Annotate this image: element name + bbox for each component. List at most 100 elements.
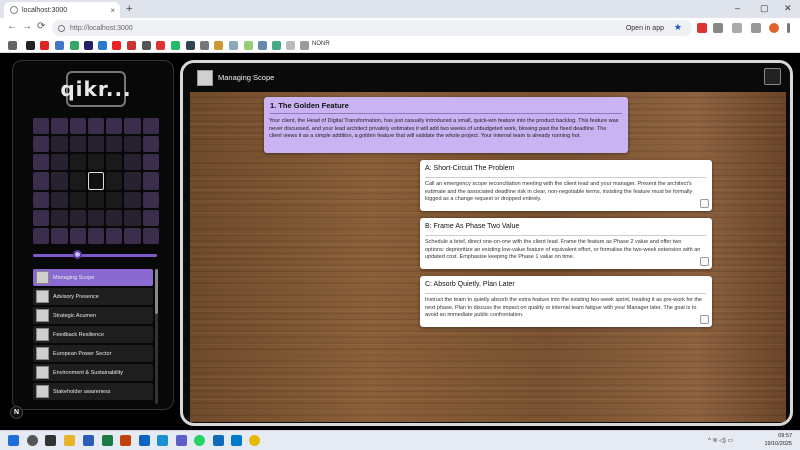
grid-cell[interactable]: [69, 136, 86, 152]
bookmark-folder-label[interactable]: NONR: [312, 41, 330, 47]
bookmark-icon[interactable]: [84, 41, 93, 50]
address-bar[interactable]: http://localhost:3000 Open in app ★: [52, 20, 692, 36]
grid-cell[interactable]: [69, 210, 86, 226]
grid-cell[interactable]: [142, 172, 159, 190]
bookmark-icon[interactable]: [127, 41, 136, 50]
grid-cell[interactable]: [33, 172, 50, 190]
grid-cell[interactable]: [33, 228, 50, 244]
sidebar-item[interactable]: Environment & Sustainability: [33, 364, 153, 381]
bookmark-icon[interactable]: [26, 41, 35, 50]
grid-cell[interactable]: [142, 192, 159, 208]
whatsapp-icon[interactable]: [194, 435, 205, 446]
apps-icon[interactable]: [8, 41, 17, 50]
grid-cell[interactable]: [87, 118, 105, 134]
grid-cell[interactable]: [106, 154, 123, 170]
slider-track[interactable]: [33, 254, 157, 257]
option-checkbox[interactable]: [700, 315, 709, 324]
sidebar-item[interactable]: Managing Scope: [33, 269, 153, 286]
bookmark-icon[interactable]: [200, 41, 209, 50]
bookmark-icon[interactable]: [286, 41, 295, 50]
grid-cell[interactable]: [142, 228, 159, 244]
scrollbar-thumb[interactable]: [155, 269, 158, 314]
next-badge[interactable]: N: [10, 406, 23, 419]
start-icon[interactable]: [8, 435, 19, 446]
bookmark-icon[interactable]: [214, 41, 223, 50]
sidebar-item[interactable]: Advisory Presence: [33, 288, 153, 305]
grid-cell[interactable]: [69, 118, 86, 134]
option-checkbox[interactable]: [700, 257, 709, 266]
grid-cell[interactable]: [51, 136, 68, 152]
grid-cell[interactable]: [33, 210, 50, 226]
bookmark-icon[interactable]: [70, 41, 79, 50]
grid-cell[interactable]: [106, 136, 123, 152]
grid-cell[interactable]: [69, 154, 86, 170]
bookmark-icon[interactable]: [156, 41, 165, 50]
system-tray[interactable]: ^ ≋ ◁) ▭: [708, 437, 733, 444]
grid-cell[interactable]: [124, 210, 141, 226]
option-card-b[interactable]: B: Frame As Phase Two Value Schedule a b…: [420, 218, 712, 269]
option-card-a[interactable]: A: Short-Circuit The Problem Call an eme…: [420, 160, 712, 211]
module-list-scrollbar[interactable]: [155, 269, 158, 404]
grid-cell[interactable]: [87, 210, 105, 226]
reload-icon[interactable]: ⟳: [37, 21, 45, 32]
grid-cell[interactable]: [87, 136, 105, 152]
grid-cell[interactable]: [51, 228, 68, 244]
sidebar-item[interactable]: European Power Sector: [33, 345, 153, 362]
bookmark-icon[interactable]: [186, 41, 195, 50]
maximize-icon[interactable]: ▢: [760, 3, 769, 14]
teams-icon[interactable]: [176, 435, 187, 446]
menu-icon[interactable]: [787, 23, 790, 33]
back-icon[interactable]: ←: [7, 21, 17, 32]
grid-cell[interactable]: [33, 154, 50, 170]
powerpoint-icon[interactable]: [120, 435, 131, 446]
vscode-icon[interactable]: [231, 435, 242, 446]
grid-cell[interactable]: [87, 154, 105, 170]
app-icon[interactable]: [139, 435, 150, 446]
grid-cell[interactable]: [87, 192, 105, 208]
grid-cell[interactable]: [124, 154, 141, 170]
word-icon[interactable]: [83, 435, 94, 446]
bookmark-icon[interactable]: [142, 41, 151, 50]
grid-cell[interactable]: [33, 118, 50, 134]
bookmark-icon[interactable]: [272, 41, 281, 50]
forward-icon[interactable]: →: [22, 21, 32, 32]
bookmark-icon[interactable]: [112, 41, 121, 50]
bookmark-icon[interactable]: [40, 41, 49, 50]
new-tab-button[interactable]: +: [126, 3, 132, 15]
bookmark-icon[interactable]: [229, 41, 238, 50]
grid-cell[interactable]: [33, 136, 50, 152]
bookmark-icon[interactable]: [98, 41, 107, 50]
grid-cell[interactable]: [51, 192, 68, 208]
grid-cell[interactable]: [124, 118, 141, 134]
grid-cell[interactable]: [142, 210, 159, 226]
menu-button[interactable]: [764, 68, 781, 85]
open-in-app-button[interactable]: Open in app: [626, 25, 664, 32]
browser-tab[interactable]: localhost:3000 ×: [4, 2, 120, 18]
bookmark-icon[interactable]: [171, 41, 180, 50]
option-card-c[interactable]: C: Absorb Quietly, Plan Later Instruct t…: [420, 276, 712, 327]
extension-icon[interactable]: [697, 23, 707, 33]
grid-cell[interactable]: [142, 136, 159, 152]
chrome-icon[interactable]: [249, 435, 260, 446]
minimize-icon[interactable]: –: [735, 3, 740, 13]
grid-cell[interactable]: [87, 228, 105, 244]
grid-cell[interactable]: [51, 154, 68, 170]
extension-icon[interactable]: [713, 23, 723, 33]
outlook-icon[interactable]: [213, 435, 224, 446]
grid-cell[interactable]: [106, 118, 123, 134]
grid-cell[interactable]: [87, 172, 105, 190]
grid-cell[interactable]: [106, 172, 123, 190]
grid-cell[interactable]: [69, 228, 86, 244]
task-view-icon[interactable]: [45, 435, 56, 446]
grid-cell[interactable]: [69, 172, 86, 190]
clock[interactable]: 09:57 19/10/2025: [764, 433, 792, 448]
grid-cell[interactable]: [51, 172, 68, 190]
grid-cell[interactable]: [69, 192, 86, 208]
grid-cell[interactable]: [33, 192, 50, 208]
sidebar-item[interactable]: Strategic Acumen: [33, 307, 153, 324]
tab-close-icon[interactable]: ×: [110, 6, 115, 15]
grid-cell[interactable]: [51, 118, 68, 134]
sidebar-item[interactable]: Feedback Resilience: [33, 326, 153, 343]
grid-cell[interactable]: [142, 118, 159, 134]
grid-cell[interactable]: [142, 154, 159, 170]
